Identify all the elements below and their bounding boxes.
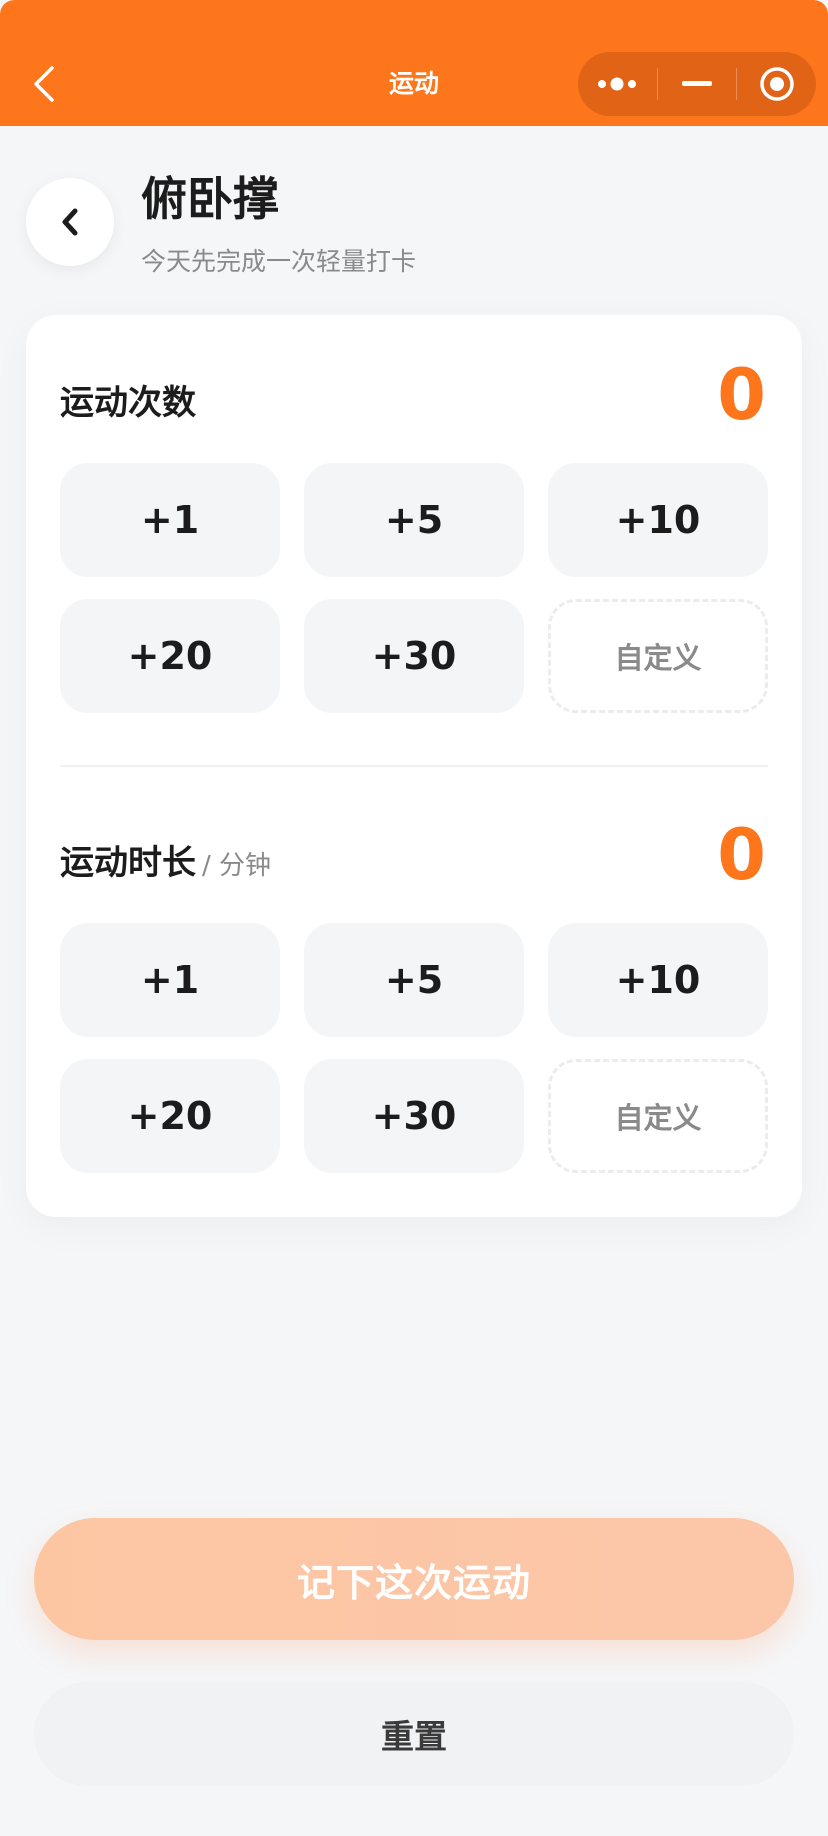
duration-quick-buttons: +1 +5 +10 +20 +30 自定义 bbox=[60, 923, 768, 1173]
more-button[interactable] bbox=[578, 52, 657, 116]
chevron-left-icon bbox=[62, 208, 78, 236]
minimize-button[interactable] bbox=[658, 52, 737, 116]
submit-exercise-button[interactable]: 记下这次运动 bbox=[34, 1518, 794, 1640]
duration-add-20-button[interactable]: +20 bbox=[60, 1059, 280, 1173]
exercise-page: 运动 俯卧撑 今天先完成一次轻量打卡 运动次数 0 +1 +5 +10 +20 … bbox=[0, 0, 828, 1836]
count-add-30-button[interactable]: +30 bbox=[304, 599, 524, 713]
duration-add-5-button[interactable]: +5 bbox=[304, 923, 524, 1037]
count-section-label: 运动次数 bbox=[60, 379, 196, 427]
duration-add-30-button[interactable]: +30 bbox=[304, 1059, 524, 1173]
minus-icon bbox=[682, 81, 712, 86]
count-add-1-button[interactable]: +1 bbox=[60, 463, 280, 577]
count-add-20-button[interactable]: +20 bbox=[60, 599, 280, 713]
page-subtitle: 今天先完成一次轻量打卡 bbox=[141, 247, 417, 276]
duration-unit: / 分钟 bbox=[202, 851, 272, 881]
count-add-10-button[interactable]: +10 bbox=[548, 463, 768, 577]
duration-section-label: 运动时长 / 分钟 bbox=[60, 839, 271, 890]
back-button[interactable] bbox=[26, 178, 114, 266]
reset-button[interactable]: 重置 bbox=[34, 1682, 794, 1786]
count-quick-buttons: +1 +5 +10 +20 +30 自定义 bbox=[60, 463, 768, 713]
duration-value: 0 bbox=[717, 814, 766, 896]
duration-label-text: 运动时长 bbox=[60, 843, 196, 883]
close-button[interactable] bbox=[737, 52, 816, 116]
count-value: 0 bbox=[717, 354, 766, 436]
more-dots-icon bbox=[598, 77, 637, 91]
mini-program-capsule bbox=[578, 52, 816, 116]
duration-custom-button[interactable]: 自定义 bbox=[548, 1059, 768, 1173]
top-navbar: 运动 bbox=[0, 0, 828, 126]
count-custom-button[interactable]: 自定义 bbox=[548, 599, 768, 713]
page-title: 俯卧撑 bbox=[141, 172, 279, 226]
duration-add-10-button[interactable]: +10 bbox=[548, 923, 768, 1037]
count-add-5-button[interactable]: +5 bbox=[304, 463, 524, 577]
count-label-text: 运动次数 bbox=[60, 383, 196, 423]
section-divider bbox=[60, 765, 768, 767]
target-circle-icon bbox=[759, 67, 794, 101]
exercise-input-card: 运动次数 0 +1 +5 +10 +20 +30 自定义 运动时长 / 分钟 0 … bbox=[26, 315, 802, 1217]
duration-add-1-button[interactable]: +1 bbox=[60, 923, 280, 1037]
